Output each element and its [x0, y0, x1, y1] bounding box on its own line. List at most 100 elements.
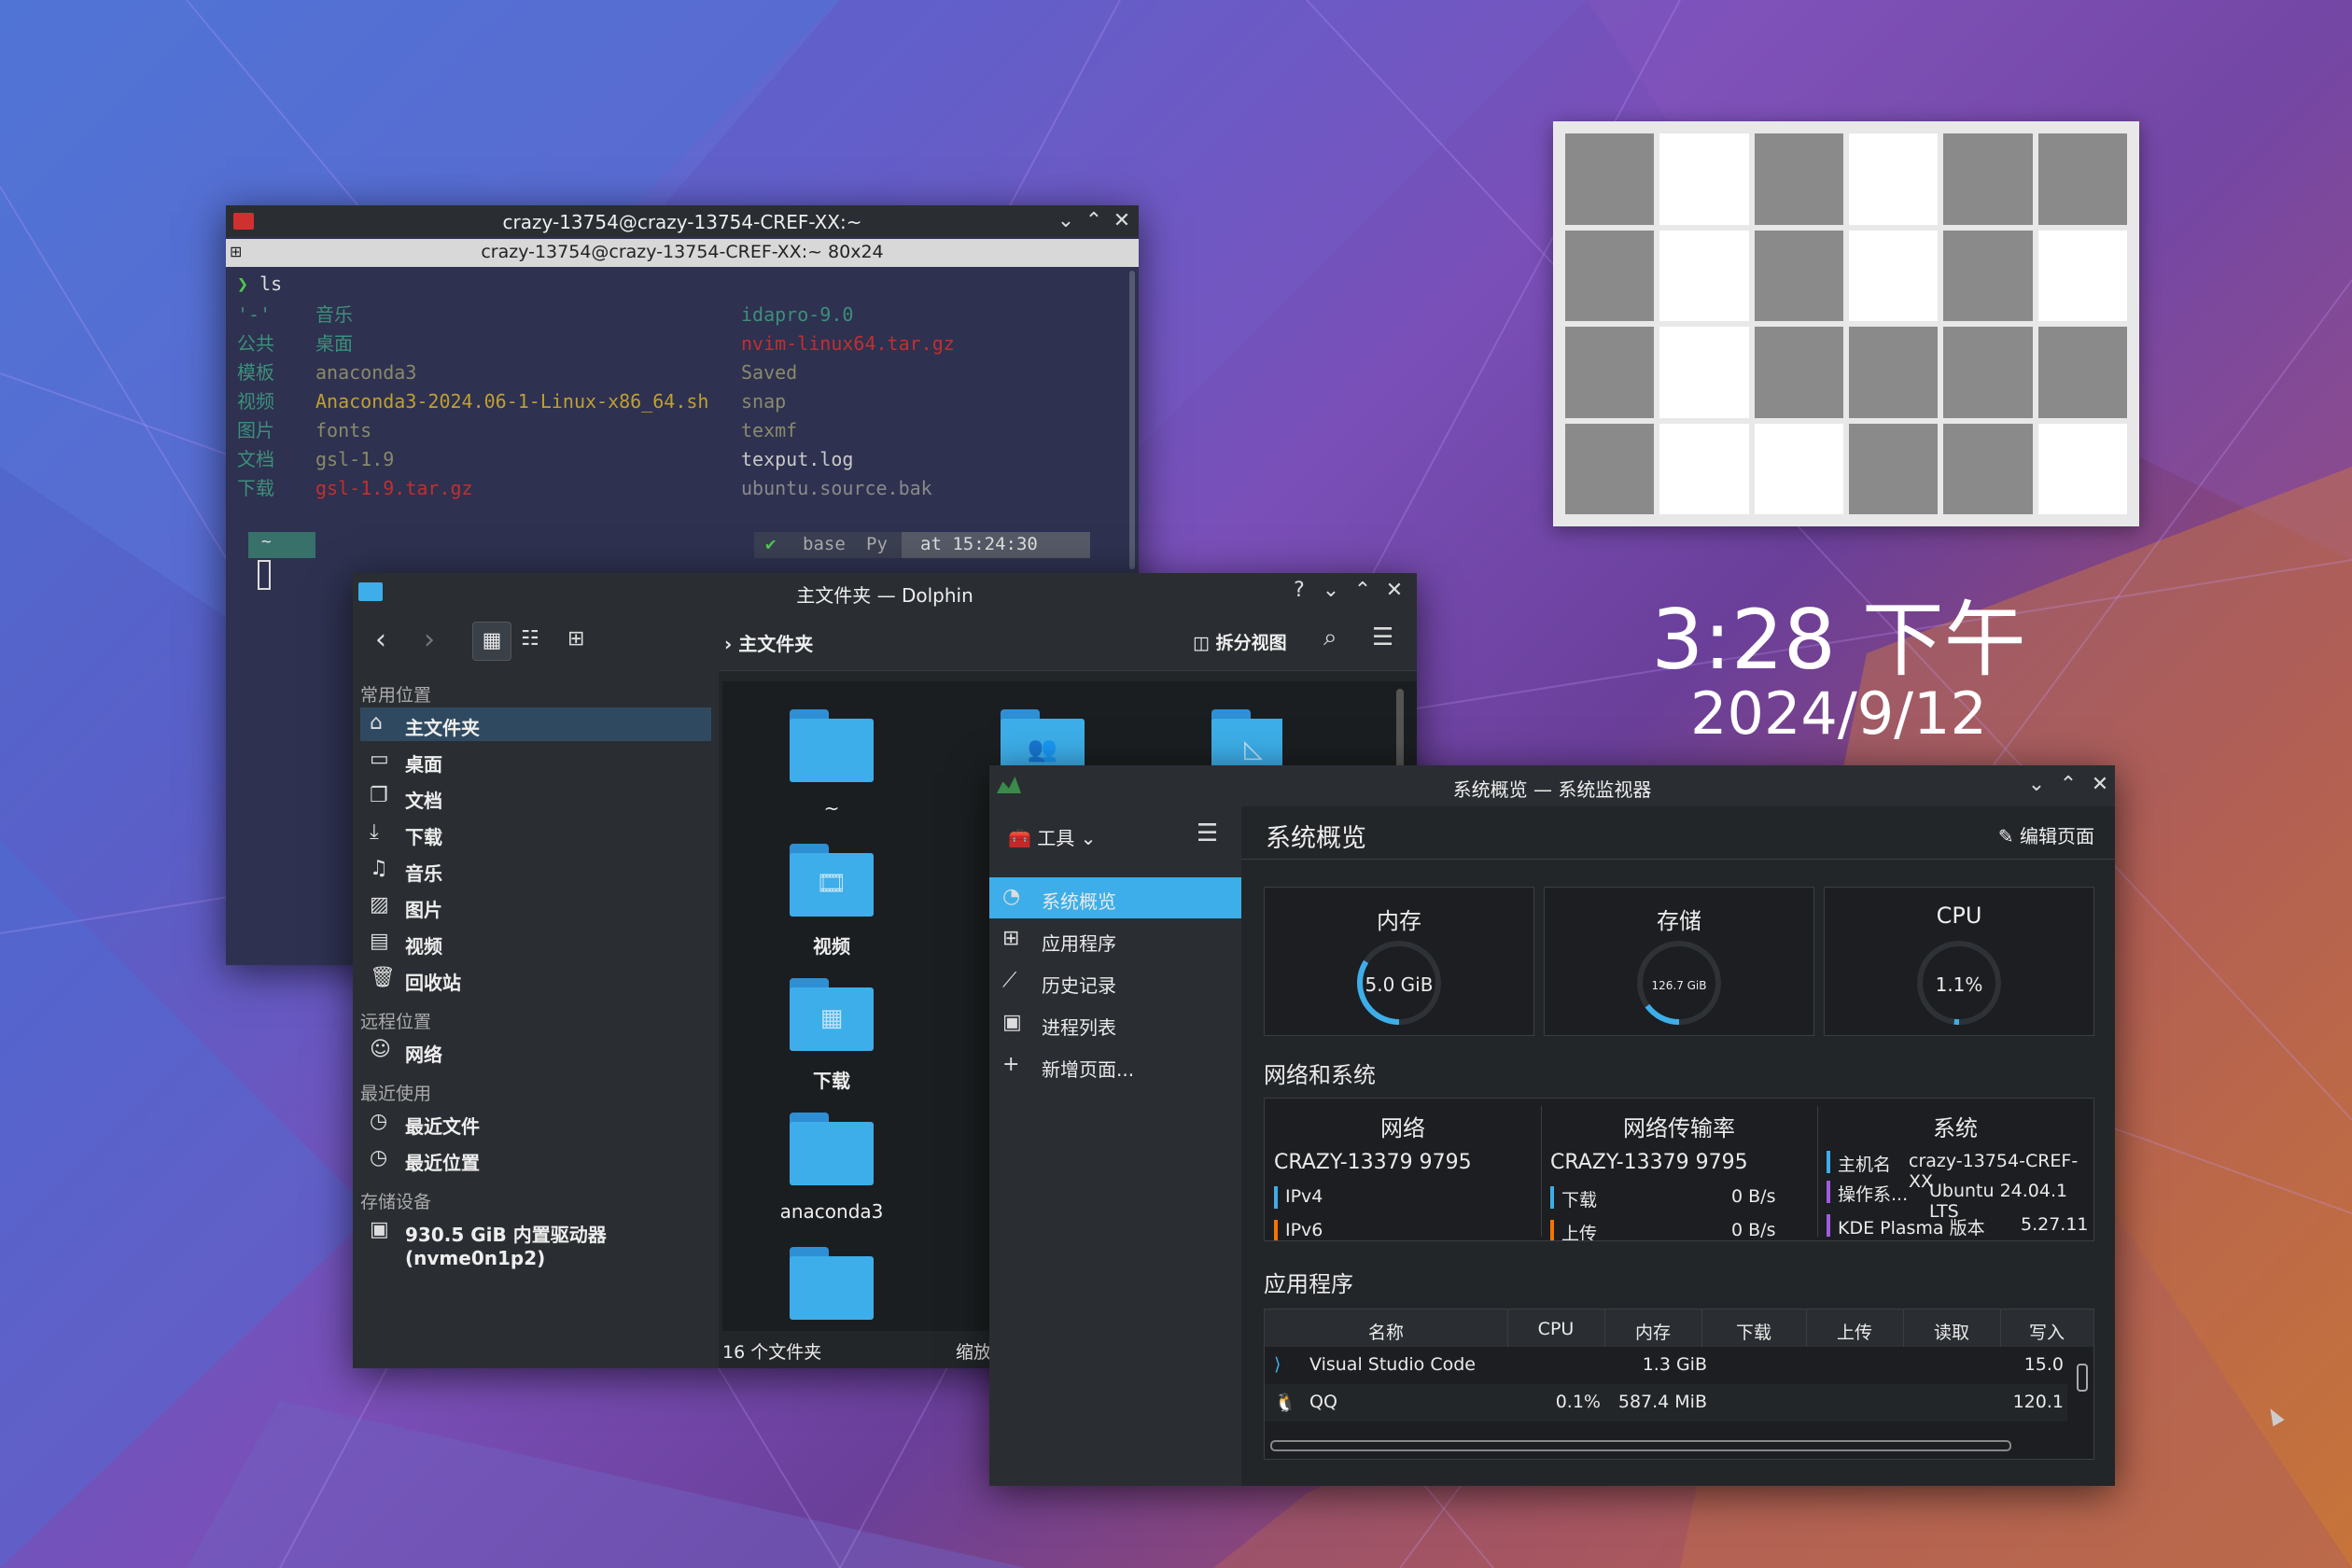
table-row[interactable]: ⟩ Visual Studio Code 1.3 GiB 15.0: [1265, 1347, 2067, 1384]
pager-desktop-cell[interactable]: [2037, 230, 2127, 321]
sysmon-titlebar[interactable]: 系统概览 — 系统监视器 ⌄ ⌃ ✕: [989, 765, 2115, 806]
pager-desktop-cell[interactable]: [1849, 327, 1939, 418]
places-item[interactable]: ⌂ 主文件夹: [360, 707, 711, 741]
nav-item[interactable]: ◔ 系统概览: [989, 877, 1241, 918]
column-header[interactable]: 名称: [1265, 1319, 1507, 1344]
places-item[interactable]: ▭ 桌面: [360, 744, 711, 777]
terminal-tab[interactable]: ⊞ crazy-13754@crazy-13754-CREF-XX:~ 80x2…: [226, 239, 1139, 267]
breadcrumb[interactable]: › 主文件夹: [724, 629, 813, 656]
folder-label[interactable]: 下载: [738, 1066, 925, 1093]
column-header[interactable]: 内存: [1604, 1319, 1701, 1344]
places-item[interactable]: ▤ 视频: [360, 926, 711, 959]
pager-desktop-cell[interactable]: [2037, 327, 2127, 418]
places-item-label: 回收站: [405, 972, 461, 994]
system-monitor-window[interactable]: 系统概览 — 系统监视器 ⌄ ⌃ ✕ 🧰 工具 ⌄ ☰ ◔ 系统概览 ⊞ 应用程序 ⟋ 历…: [989, 765, 2115, 1486]
nav-item[interactable]: + 新增页面...: [989, 1045, 1241, 1086]
dolphin-titlebar[interactable]: 主文件夹 — Dolphin ? ⌄ ⌃ ✕: [353, 573, 1417, 610]
ls-entry: anaconda3: [315, 361, 417, 384]
terminal-scrollbar[interactable]: [1129, 271, 1135, 569]
icons-view-button[interactable]: ▦: [472, 622, 511, 661]
pager-desktop-cell[interactable]: [1849, 133, 1939, 225]
nav-item[interactable]: ▣ 进程列表: [989, 1003, 1241, 1044]
split-view-button[interactable]: ◫ 拆分视图: [1193, 629, 1287, 654]
close-button[interactable]: ✕: [1109, 209, 1135, 232]
places-item[interactable]: ❐ 文档: [360, 780, 711, 814]
close-button[interactable]: ✕: [2087, 773, 2113, 796]
places-item[interactable]: ♫ 音乐: [360, 853, 711, 887]
pager-desktop-cell[interactable]: [2037, 423, 2127, 514]
column-header[interactable]: 读取: [1903, 1319, 2000, 1344]
folder-label[interactable]: 视频: [738, 931, 925, 959]
minimize-button[interactable]: ⌄: [1053, 209, 1079, 232]
pager-desktop-cell[interactable]: [1754, 423, 1843, 514]
terminal-titlebar[interactable]: crazy-13754@crazy-13754-CREF-XX:~ ⌄ ⌃ ✕: [226, 205, 1139, 237]
breadcrumb-current[interactable]: 主文件夹: [738, 633, 813, 655]
pager-desktop-cell[interactable]: [1659, 230, 1749, 321]
places-section-remote: 远程位置: [360, 1012, 432, 1032]
folder-label[interactable]: ~: [738, 797, 925, 819]
search-icon[interactable]: ⌕: [1323, 623, 1337, 652]
forward-icon[interactable]: ›: [424, 623, 435, 656]
pager-desktop-cell[interactable]: [1943, 230, 2033, 321]
folder-icon[interactable]: [790, 709, 874, 782]
apps-icon: ⊞: [1002, 927, 1020, 950]
desktop-icon: ▭: [370, 748, 389, 771]
pager-desktop-cell[interactable]: [1943, 133, 2033, 225]
hamburger-menu-icon[interactable]: ☰: [1197, 819, 1218, 847]
nav-item[interactable]: ⊞ 应用程序: [989, 919, 1241, 960]
pager-desktop-cell[interactable]: [1565, 230, 1655, 321]
file-view-scrollbar[interactable]: [1396, 689, 1404, 773]
pager-desktop-cell[interactable]: [1849, 230, 1939, 321]
apps-table-hscrollbar[interactable]: [1270, 1440, 2011, 1451]
pager-desktop-cell[interactable]: [1849, 423, 1939, 514]
pager-desktop-cell[interactable]: [1943, 423, 2033, 514]
column-header[interactable]: 上传: [1806, 1319, 1903, 1344]
pager-desktop-cell[interactable]: [1754, 230, 1843, 321]
column-header[interactable]: 下载: [1701, 1319, 1806, 1344]
compact-view-button[interactable]: ☷: [521, 627, 539, 651]
places-item[interactable]: ⤓ 下载: [360, 817, 711, 850]
maximize-button[interactable]: ⌃: [1350, 579, 1376, 602]
details-view-button[interactable]: ⊞: [567, 627, 584, 651]
pager-desktop-cell[interactable]: [1659, 423, 1749, 514]
maximize-button[interactable]: ⌃: [1081, 209, 1107, 232]
pager-desktop-cell[interactable]: [1754, 133, 1843, 225]
pager-desktop-cell[interactable]: [1565, 327, 1655, 418]
dolphin-toolbar: ‹ › ▦ ☷ ⊞ › 主文件夹 ◫ 拆分视图 ⌕ ☰: [353, 610, 1417, 671]
pager-desktop-cell[interactable]: [2037, 133, 2127, 225]
pager-desktop-cell[interactable]: [1565, 423, 1655, 514]
places-item[interactable]: ☺ 网络: [360, 1034, 711, 1068]
places-item[interactable]: 🗑 回收站: [360, 962, 711, 996]
column-header[interactable]: 写入: [2000, 1319, 2093, 1344]
folder-icon[interactable]: 🎞: [790, 844, 874, 917]
hostname-key: 主机名: [1838, 1155, 1892, 1175]
minimize-button[interactable]: ⌄: [1318, 579, 1344, 602]
folder-icon[interactable]: [790, 1247, 874, 1320]
download-value: 0 B/s: [1731, 1186, 1776, 1207]
folder-emblem-icon: 🎞: [816, 870, 847, 898]
close-button[interactable]: ✕: [1381, 579, 1407, 602]
maximize-button[interactable]: ⌃: [2055, 773, 2081, 796]
pager-desktop-cell[interactable]: [1754, 327, 1843, 418]
places-item[interactable]: ◷ 最近位置: [360, 1142, 711, 1176]
hamburger-menu-icon[interactable]: ☰: [1372, 623, 1393, 651]
pager-desktop-cell[interactable]: [1943, 327, 2033, 418]
pager-desktop-cell[interactable]: [1659, 133, 1749, 225]
places-item[interactable]: ▣ 930.5 GiB 内置驱动器 (nvme0n1p2): [360, 1214, 711, 1269]
nav-item[interactable]: ⟋ 历史记录: [989, 961, 1241, 1002]
apps-table-vscrollbar[interactable]: [2077, 1364, 2088, 1392]
tools-menu-button[interactable]: 🧰 工具 ⌄: [1008, 823, 1096, 850]
pager-desktop-cell[interactable]: [1565, 133, 1655, 225]
folder-label[interactable]: anaconda3: [738, 1200, 925, 1223]
places-item[interactable]: ◷ 最近文件: [360, 1106, 711, 1140]
minimize-button[interactable]: ⌄: [2023, 773, 2050, 796]
help-button[interactable]: ?: [1286, 579, 1312, 602]
folder-icon[interactable]: [790, 1113, 874, 1185]
edit-page-button[interactable]: ✎ 编辑页面: [1998, 821, 2094, 848]
folder-icon[interactable]: ▦: [790, 978, 874, 1051]
back-icon[interactable]: ‹: [375, 623, 386, 656]
places-item[interactable]: ▨ 图片: [360, 889, 711, 923]
column-header[interactable]: CPU: [1507, 1319, 1604, 1339]
table-row[interactable]: 🐧 QQ 0.1% 587.4 MiB 120.1: [1265, 1384, 2067, 1421]
pager-desktop-cell[interactable]: [1659, 327, 1749, 418]
